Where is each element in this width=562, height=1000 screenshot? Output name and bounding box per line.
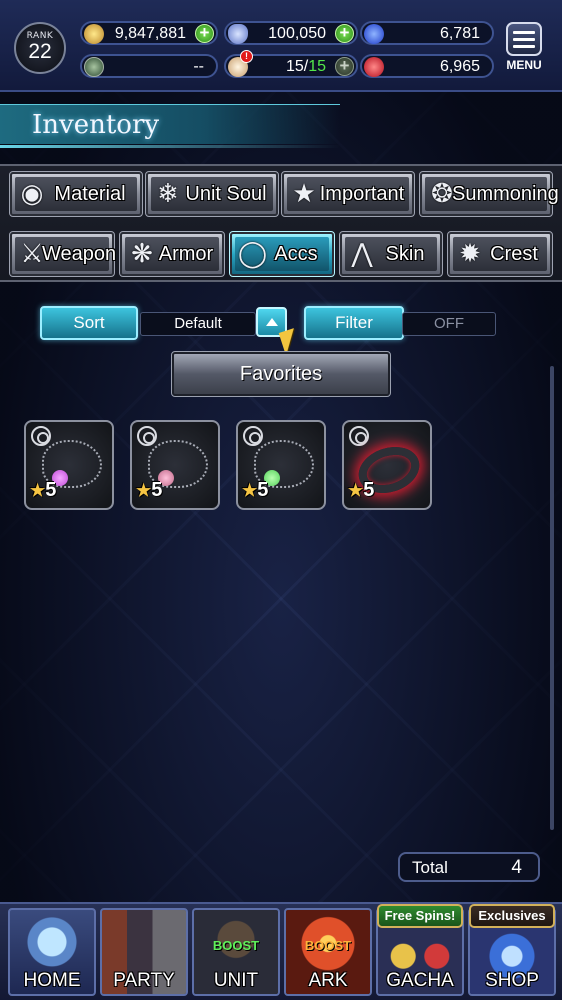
favorites-button[interactable]: Favorites xyxy=(171,351,391,397)
gold-coin-icon xyxy=(84,24,104,44)
tab-skin[interactable]: ⋀ Skin xyxy=(339,231,443,277)
gold-value: 9,847,881 xyxy=(114,25,186,42)
tab-unit-soul[interactable]: ❄ Unit Soul xyxy=(145,171,279,217)
filter-button[interactable]: Filter xyxy=(304,306,404,340)
page-title: Inventory xyxy=(32,110,160,140)
boost-badge: BOOST xyxy=(212,938,260,953)
tab-accs[interactable]: ◯ Accs xyxy=(229,231,335,277)
green-emblem-icon xyxy=(84,57,104,77)
add-crystal-button[interactable]: + xyxy=(335,24,354,43)
accessory-type-icon xyxy=(349,426,369,446)
tab-summoning[interactable]: ❂ Summoning xyxy=(419,171,559,217)
tab-material[interactable]: ◉ Material xyxy=(9,171,143,217)
blue-orb-icon xyxy=(364,24,384,44)
item-card[interactable]: ★5 xyxy=(342,420,432,510)
boost-badge: BOOST xyxy=(304,938,352,953)
rarity-label: ★5 xyxy=(348,479,375,501)
accessory-type-icon xyxy=(31,426,51,446)
nav-party[interactable]: PARTY xyxy=(100,908,188,996)
gold-counter: 9,847,881 + xyxy=(80,21,218,45)
rarity-star-icon: ★ xyxy=(136,481,152,500)
stamina-value: 15/15 xyxy=(285,58,326,75)
category-tabs: ◉ Material ❄ Unit Soul ★ Important ❂ Sum… xyxy=(0,164,562,282)
total-counter: Total 4 xyxy=(398,852,540,882)
rarity-star-icon: ★ xyxy=(30,481,46,500)
item-card[interactable]: ★5 xyxy=(130,420,220,510)
red-currency-counter: 6,965 xyxy=(360,54,494,78)
tab-crest[interactable]: ✹ Crest xyxy=(447,231,553,277)
menu-label: MENU xyxy=(506,58,542,72)
nav-unit[interactable]: BOOST UNIT xyxy=(192,908,280,996)
nav-home[interactable]: HOME xyxy=(8,908,96,996)
menu-button[interactable]: MENU xyxy=(502,22,546,76)
sort-button[interactable]: Sort xyxy=(40,306,138,340)
stamina-alert-icon: ! xyxy=(240,50,253,63)
red-currency-value: 6,965 xyxy=(439,58,480,75)
free-spins-tag: Free Spins! xyxy=(377,904,463,928)
status-bar: RANK 22 9,847,881 + 100,050 + 6,781 -- !… xyxy=(0,0,562,92)
blue-currency-value: 6,781 xyxy=(439,25,480,42)
nav-ark[interactable]: BOOST ARK xyxy=(284,908,372,996)
red-orb-icon xyxy=(364,57,384,77)
rank-value: 22 xyxy=(28,40,52,63)
bottom-nav: HOME PARTY BOOST UNIT BOOST ARK GACHA Fr… xyxy=(0,902,562,1000)
crystal-icon xyxy=(228,24,248,44)
green-value: -- xyxy=(193,58,204,75)
hamburger-icon xyxy=(506,22,542,56)
tab-weapon[interactable]: ⚔ Weapon xyxy=(9,231,116,277)
tab-armor[interactable]: ❋ Armor xyxy=(119,231,225,277)
rarity-label: ★5 xyxy=(242,479,269,501)
add-stamina-button[interactable]: + xyxy=(335,57,354,76)
total-value: 4 xyxy=(511,857,522,878)
accessory-type-icon xyxy=(243,426,263,446)
blue-currency-counter: 6,781 xyxy=(360,21,494,45)
total-label: Total xyxy=(412,858,448,877)
stamina-counter: ! 15/15 + xyxy=(224,50,358,78)
accessory-type-icon xyxy=(137,426,157,446)
rarity-label: ★5 xyxy=(30,479,57,501)
exclusives-tag: Exclusives xyxy=(469,904,555,928)
rarity-label: ★5 xyxy=(136,479,163,501)
sort-value[interactable]: Default xyxy=(140,312,256,336)
crystal-value: 100,050 xyxy=(268,25,326,42)
green-counter: -- xyxy=(80,54,218,78)
add-gold-button[interactable]: + xyxy=(195,24,214,43)
crystal-counter: 100,050 + xyxy=(224,21,358,45)
rarity-star-icon: ★ xyxy=(348,481,364,500)
title-band: Inventory xyxy=(0,104,340,148)
rarity-star-icon: ★ xyxy=(242,481,258,500)
filter-value[interactable]: OFF xyxy=(402,312,496,336)
scrollbar[interactable] xyxy=(550,366,554,830)
item-card[interactable]: ★5 xyxy=(236,420,326,510)
item-card[interactable]: ★5 xyxy=(24,420,114,510)
tab-important[interactable]: ★ Important xyxy=(281,171,415,217)
rank-badge: RANK 22 xyxy=(14,22,66,74)
